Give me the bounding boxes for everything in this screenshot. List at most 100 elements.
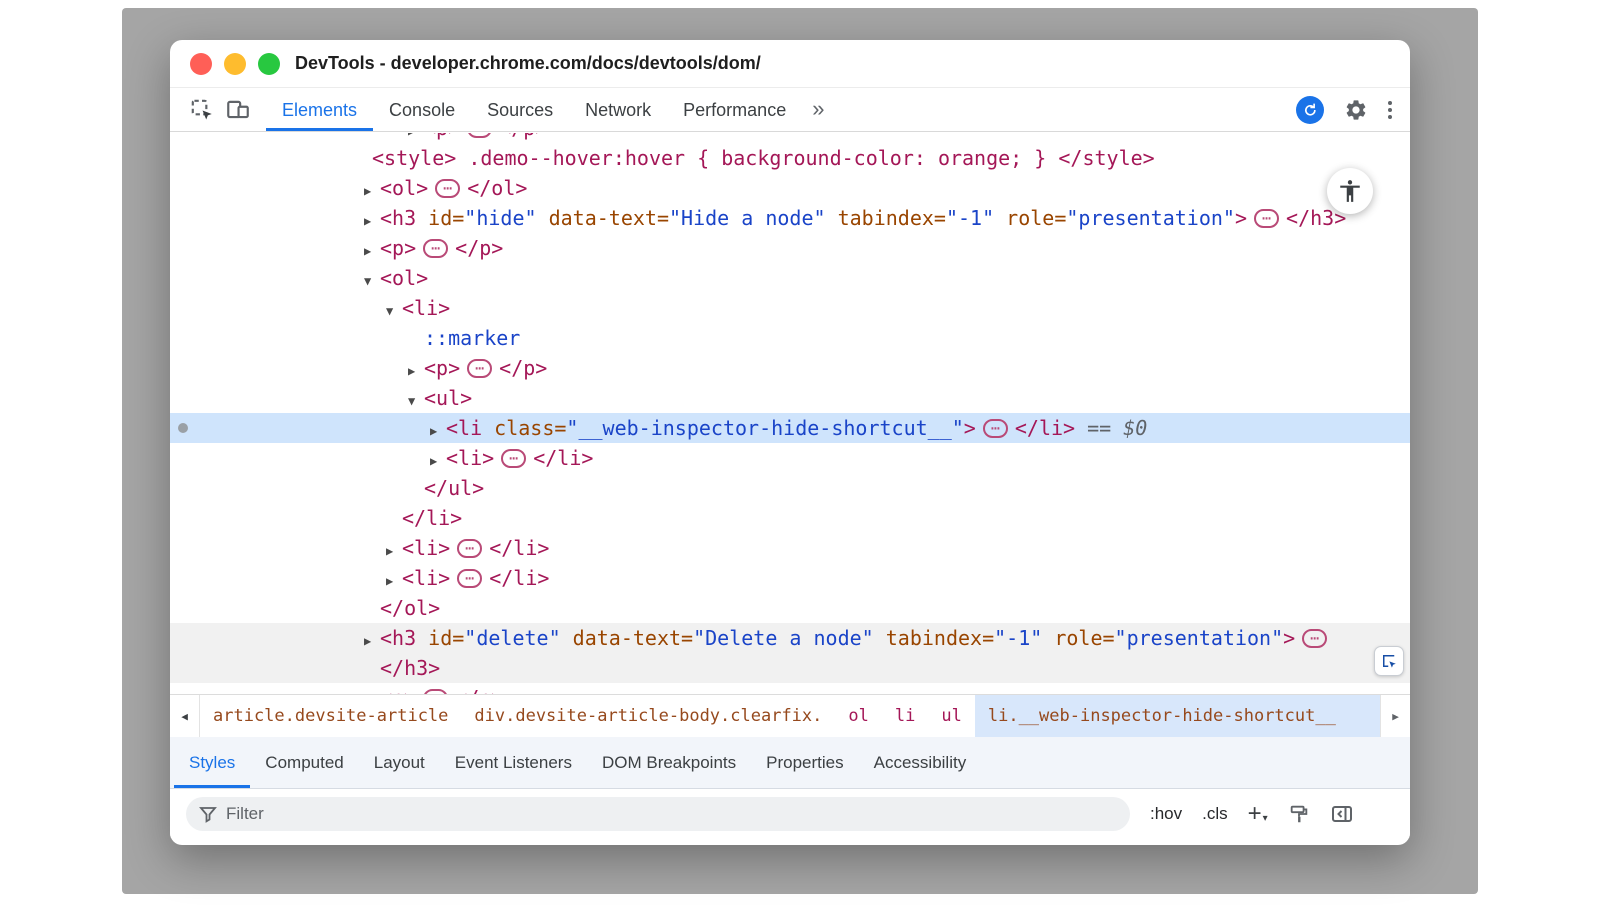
disclosure-triangle-icon[interactable]: ▶ (364, 176, 380, 206)
close-button[interactable] (190, 53, 212, 75)
minimize-button[interactable] (224, 53, 246, 75)
settings-button[interactable] (1344, 98, 1368, 122)
dom-tree-row[interactable]: <style> .demo--hover:hover { background-… (170, 143, 1410, 173)
tag-token: </li> (489, 536, 549, 560)
expand-children-button[interactable]: ⋯ (501, 449, 526, 468)
toolbar-tab-sources[interactable]: Sources (471, 88, 569, 131)
styles-sidebar-tab-accessibility[interactable]: Accessibility (859, 737, 982, 788)
dom-tree-row[interactable]: ▶<li class="__web-inspector-hide-shortcu… (170, 413, 1410, 443)
dom-tree-row[interactable]: </ol> (170, 593, 1410, 623)
tag-token: <p> (380, 686, 416, 694)
dom-tree-row[interactable]: ▼<li> (170, 293, 1410, 323)
toolbar-tab-network[interactable]: Network (569, 88, 667, 131)
dom-tree-row[interactable]: ▶<h3 id="hide" data-text="Hide a node" t… (170, 203, 1410, 233)
styles-sidebar-tab-computed[interactable]: Computed (250, 737, 358, 788)
dom-tree-row[interactable]: </ul> (170, 473, 1410, 503)
disclosure-triangle-icon[interactable]: ▼ (364, 266, 380, 296)
attribute-name-token: role= (994, 206, 1066, 230)
tag-token: </li> (1015, 416, 1075, 440)
plus-icon: + (1248, 804, 1262, 824)
breadcrumb-scroll-left-button[interactable]: ◀ (170, 695, 200, 737)
dom-tree-row[interactable]: ▶<li>⋯</li> (170, 533, 1410, 563)
inspect-element-button[interactable] (184, 88, 220, 131)
expand-children-button[interactable]: ⋯ (457, 539, 482, 558)
more-tabs-button[interactable]: » (802, 88, 834, 131)
styles-filter-input[interactable] (186, 797, 1130, 831)
zoom-button[interactable] (258, 53, 280, 75)
breadcrumb-item[interactable]: li.__web-inspector-hide-shortcut__ (975, 695, 1380, 737)
expand-children-button[interactable]: ⋯ (435, 179, 460, 198)
breadcrumb-item[interactable]: ol (835, 695, 881, 737)
toolbar-right-controls (1296, 88, 1410, 131)
disclosure-triangle-icon[interactable]: ▶ (386, 566, 402, 596)
toggle-element-state-button[interactable]: :hov (1150, 804, 1182, 824)
expand-children-button[interactable]: ⋯ (467, 133, 492, 138)
dom-tree-row[interactable]: ▶<li>⋯</li> (170, 443, 1410, 473)
accessibility-person-icon (1337, 178, 1363, 204)
element-classes-button[interactable]: .cls (1202, 804, 1228, 824)
devtools-toolbar: ElementsConsoleSourcesNetworkPerformance… (170, 88, 1410, 132)
expand-children-button[interactable]: ⋯ (423, 239, 448, 258)
feature-badge-button[interactable] (1296, 96, 1324, 124)
breadcrumb-item[interactable]: div.devsite-article-body.clearfix. (461, 695, 835, 737)
new-style-rule-button[interactable]: + ▾ (1248, 803, 1268, 824)
disclosure-triangle-icon[interactable]: ▶ (364, 206, 380, 236)
breadcrumb-scroll-right-button[interactable]: ▶ (1380, 695, 1410, 737)
expand-children-button[interactable]: ⋯ (983, 419, 1008, 438)
attribute-name-token: tabindex= (874, 626, 994, 650)
dom-tree-row[interactable]: ▼<ul> (170, 383, 1410, 413)
disclosure-triangle-icon[interactable]: ▶ (430, 446, 446, 476)
rendering-emulation-button[interactable] (1288, 803, 1310, 825)
tag-token: </style> (1058, 146, 1154, 170)
dom-tree-row[interactable]: ::marker (170, 323, 1410, 353)
expand-children-button[interactable]: ⋯ (457, 569, 482, 588)
device-toolbar-button[interactable] (220, 88, 256, 131)
equals-hint-token: == (1075, 416, 1123, 440)
expand-children-button[interactable]: ⋯ (467, 359, 492, 378)
css-text-token: .demo--hover:hover { background-color: o… (456, 146, 1058, 170)
accessibility-overlay-button[interactable] (1327, 168, 1373, 214)
kebab-dot (1388, 101, 1392, 105)
element-picker-icon (1380, 652, 1398, 670)
dom-tree-row[interactable]: ▼<ol> (170, 263, 1410, 293)
dom-tree-row[interactable]: ▶<p>⋯</p> (170, 233, 1410, 263)
attribute-name-token: role= (1042, 626, 1114, 650)
breadcrumb-item[interactable]: ul (928, 695, 974, 737)
dom-tree-row[interactable]: ▶<p>⋯</p> (170, 353, 1410, 383)
tag-token: </p> (455, 236, 503, 260)
dom-tree-row[interactable]: </li> (170, 503, 1410, 533)
disclosure-triangle-icon[interactable]: ▶ (430, 416, 446, 446)
disclosure-triangle-icon[interactable]: ▼ (386, 296, 402, 326)
expand-children-button[interactable]: ⋯ (1302, 629, 1327, 648)
dom-tree-row[interactable]: </h3> (170, 653, 1410, 683)
breadcrumb-item[interactable]: li (882, 695, 928, 737)
breadcrumb-item[interactable]: article.devsite-article (200, 695, 461, 737)
disclosure-triangle-icon[interactable]: ▶ (364, 236, 380, 266)
toolbar-tab-console[interactable]: Console (373, 88, 471, 131)
tag-token: <li> (402, 566, 450, 590)
disclosure-triangle-icon[interactable]: ▶ (408, 356, 424, 386)
toolbar-tab-performance[interactable]: Performance (667, 88, 802, 131)
styles-sidebar-tab-event-listeners[interactable]: Event Listeners (440, 737, 587, 788)
dom-tree-row[interactable]: ▶<li>⋯</li> (170, 563, 1410, 593)
dom-tree-row[interactable]: ▶<ol>⋯</ol> (170, 173, 1410, 203)
styles-sidebar-tab-styles[interactable]: Styles (174, 737, 250, 788)
kebab-dot (1388, 108, 1392, 112)
tag-token: <h3 (380, 626, 416, 650)
scroll-into-view-button[interactable] (1374, 646, 1404, 676)
styles-sidebar-tab-dom-breakpoints[interactable]: DOM Breakpoints (587, 737, 751, 788)
disclosure-triangle-icon[interactable]: ▶ (386, 536, 402, 566)
disclosure-triangle-icon[interactable]: ▶ (364, 686, 380, 694)
dom-tree-row[interactable]: ▶<p>⋯</p> (170, 133, 1410, 143)
main-menu-button[interactable] (1388, 101, 1392, 119)
disclosure-triangle-icon[interactable]: ▶ (364, 626, 380, 656)
styles-sidebar-tab-layout[interactable]: Layout (359, 737, 440, 788)
tag-token: </p> (455, 686, 503, 694)
dom-tree-row[interactable]: ▶<p>⋯</p> (170, 683, 1410, 694)
toggle-sidebar-button[interactable] (1330, 802, 1354, 826)
disclosure-triangle-icon[interactable]: ▼ (408, 386, 424, 416)
dom-tree-row[interactable]: ▶<h3 id="delete" data-text="Delete a nod… (170, 623, 1410, 653)
expand-children-button[interactable]: ⋯ (1254, 209, 1279, 228)
toolbar-tab-elements[interactable]: Elements (266, 88, 373, 131)
styles-sidebar-tab-properties[interactable]: Properties (751, 737, 858, 788)
